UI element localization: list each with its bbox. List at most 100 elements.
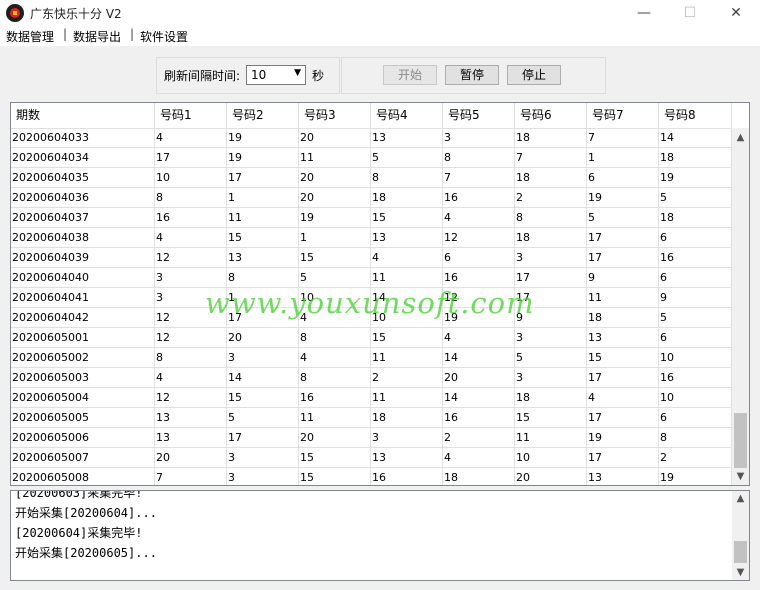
- pause-button[interactable]: 暂停: [445, 65, 499, 85]
- column-header-number-4[interactable]: 号码4: [371, 103, 443, 128]
- table-row[interactable]: 20200604038 4 15 1 13 12 18 17 6: [11, 228, 732, 248]
- table-row[interactable]: 20200604039 12 13 15 4 6 3 17 16: [11, 248, 732, 268]
- number-cell: 8: [443, 148, 515, 168]
- number-cell: 13: [371, 128, 443, 148]
- number-cell: 11: [299, 148, 371, 168]
- menu-data-management[interactable]: 数据管理: [6, 28, 54, 45]
- menu-data-export[interactable]: 数据导出: [73, 28, 121, 45]
- number-cell: 4: [443, 328, 515, 348]
- number-cell: 17: [515, 288, 587, 308]
- number-cell: 5: [371, 148, 443, 168]
- number-cell: 5: [659, 308, 732, 328]
- column-header-number-1[interactable]: 号码1: [155, 103, 227, 128]
- start-button[interactable]: 开始: [383, 65, 437, 85]
- number-cell: 16: [659, 368, 732, 388]
- number-cell: 4: [299, 348, 371, 368]
- scroll-up-icon[interactable]: ▲: [732, 493, 749, 504]
- results-table[interactable]: 期数 号码1 号码2 号码3 号码4 号码5 号码6 号码7 号码8 20200604033 4 1…: [10, 102, 750, 486]
- table-row[interactable]: 20200604034 17 19 11 5 8 7 1 18: [11, 148, 732, 168]
- column-header-number-3[interactable]: 号码3: [299, 103, 371, 128]
- number-cell: 8: [155, 348, 227, 368]
- number-cell: 4: [155, 228, 227, 248]
- number-cell: 10: [371, 308, 443, 328]
- number-cell: 18: [443, 468, 515, 485]
- maximize-button[interactable]: ☐: [667, 0, 713, 26]
- stop-button[interactable]: 停止: [507, 65, 561, 85]
- number-cell: 3: [515, 368, 587, 388]
- number-cell: 7: [443, 168, 515, 188]
- number-cell: 3: [515, 328, 587, 348]
- number-cell: 18: [515, 388, 587, 408]
- title-bar: 广东快乐十分 V2 — ☐ ✕: [0, 0, 760, 27]
- refresh-interval-select[interactable]: 10 ▼: [246, 65, 306, 85]
- column-header-number-2[interactable]: 号码2: [227, 103, 299, 128]
- number-cell: 8: [659, 428, 732, 448]
- scroll-down-icon[interactable]: ▼: [732, 471, 749, 482]
- number-cell: 16: [659, 248, 732, 268]
- number-cell: 3: [155, 268, 227, 288]
- number-cell: 20: [299, 168, 371, 188]
- log-scrollbar[interactable]: ▲ ▼: [732, 491, 749, 580]
- number-cell: 13: [155, 408, 227, 428]
- table-row[interactable]: 20200605003 4 14 8 2 20 3 17 16: [11, 368, 732, 388]
- seconds-unit-label: 秒: [312, 69, 325, 83]
- table-row[interactable]: 20200605006 13 17 20 3 2 11 19 8: [11, 428, 732, 448]
- number-cell: 3: [227, 468, 299, 485]
- number-cell: 17: [587, 248, 659, 268]
- number-cell: 10: [659, 388, 732, 408]
- number-cell: 19: [227, 148, 299, 168]
- menu-software-settings[interactable]: 软件设置: [140, 28, 188, 45]
- table-row[interactable]: 20200604042 12 17 4 10 19 9 18 5: [11, 308, 732, 328]
- table-row[interactable]: 20200605005 13 5 11 18 16 15 17 6: [11, 408, 732, 428]
- table-row[interactable]: 20200604037 16 11 19 15 4 8 5 18: [11, 208, 732, 228]
- number-cell: 15: [371, 328, 443, 348]
- number-cell: 17: [587, 228, 659, 248]
- app-logo-icon: [6, 4, 24, 22]
- table-row[interactable]: 20200604036 8 1 20 18 16 2 19 5: [11, 188, 732, 208]
- scroll-thumb[interactable]: [734, 413, 747, 468]
- column-header-number-5[interactable]: 号码5: [443, 103, 515, 128]
- table-row[interactable]: 20200604040 3 8 5 11 16 17 9 6: [11, 268, 732, 288]
- number-cell: 20: [299, 428, 371, 448]
- number-cell: 16: [299, 388, 371, 408]
- scroll-thumb[interactable]: [734, 541, 747, 563]
- number-cell: 19: [227, 128, 299, 148]
- column-header-number-7[interactable]: 号码7: [587, 103, 659, 128]
- number-cell: 12: [443, 288, 515, 308]
- table-row[interactable]: 20200605007 20 3 15 13 4 10 17 2: [11, 448, 732, 468]
- column-header-number-8[interactable]: 号码8: [659, 103, 732, 128]
- table-row[interactable]: 20200605008 7 3 15 16 18 20 13 19: [11, 468, 732, 485]
- number-cell: 9: [515, 308, 587, 328]
- chevron-down-icon: ▼: [294, 68, 301, 78]
- column-header-period[interactable]: 期数: [11, 103, 155, 128]
- number-cell: 5: [659, 188, 732, 208]
- table-row[interactable]: 20200604033 4 19 20 13 3 18 7 14: [11, 128, 732, 148]
- number-cell: 19: [587, 428, 659, 448]
- period-cell: 20200604036: [11, 188, 155, 208]
- log-panel[interactable]: [20200603]采集完毕! 开始采集[20200604]... [20200…: [10, 490, 750, 581]
- menu-separator: |: [130, 27, 135, 41]
- scroll-down-icon[interactable]: ▼: [732, 567, 749, 578]
- minimize-button[interactable]: —: [621, 0, 667, 26]
- number-cell: 12: [155, 328, 227, 348]
- log-line: [20200603]采集完毕!: [15, 490, 143, 500]
- scroll-up-icon[interactable]: ▲: [732, 132, 749, 143]
- number-cell: 3: [227, 348, 299, 368]
- table-row[interactable]: 20200604041 3 1 10 14 12 17 11 9: [11, 288, 732, 308]
- table-row[interactable]: 20200605004 12 15 16 11 14 18 4 10: [11, 388, 732, 408]
- table-row[interactable]: 20200605001 12 20 8 15 4 3 13 6: [11, 328, 732, 348]
- number-cell: 8: [299, 368, 371, 388]
- number-cell: 1: [587, 148, 659, 168]
- close-button[interactable]: ✕: [713, 0, 759, 26]
- number-cell: 12: [155, 308, 227, 328]
- number-cell: 3: [155, 288, 227, 308]
- table-scrollbar[interactable]: ▲ ▼: [732, 128, 749, 485]
- table-row[interactable]: 20200605002 8 3 4 11 14 5 15 10: [11, 348, 732, 368]
- log-line: 开始采集[20200605]...: [15, 546, 157, 560]
- table-row[interactable]: 20200604035 10 17 20 8 7 18 6 19: [11, 168, 732, 188]
- refresh-interval-label: 刷新间隔时间:: [164, 69, 241, 83]
- number-cell: 8: [515, 208, 587, 228]
- number-cell: 18: [371, 408, 443, 428]
- number-cell: 2: [371, 368, 443, 388]
- column-header-number-6[interactable]: 号码6: [515, 103, 587, 128]
